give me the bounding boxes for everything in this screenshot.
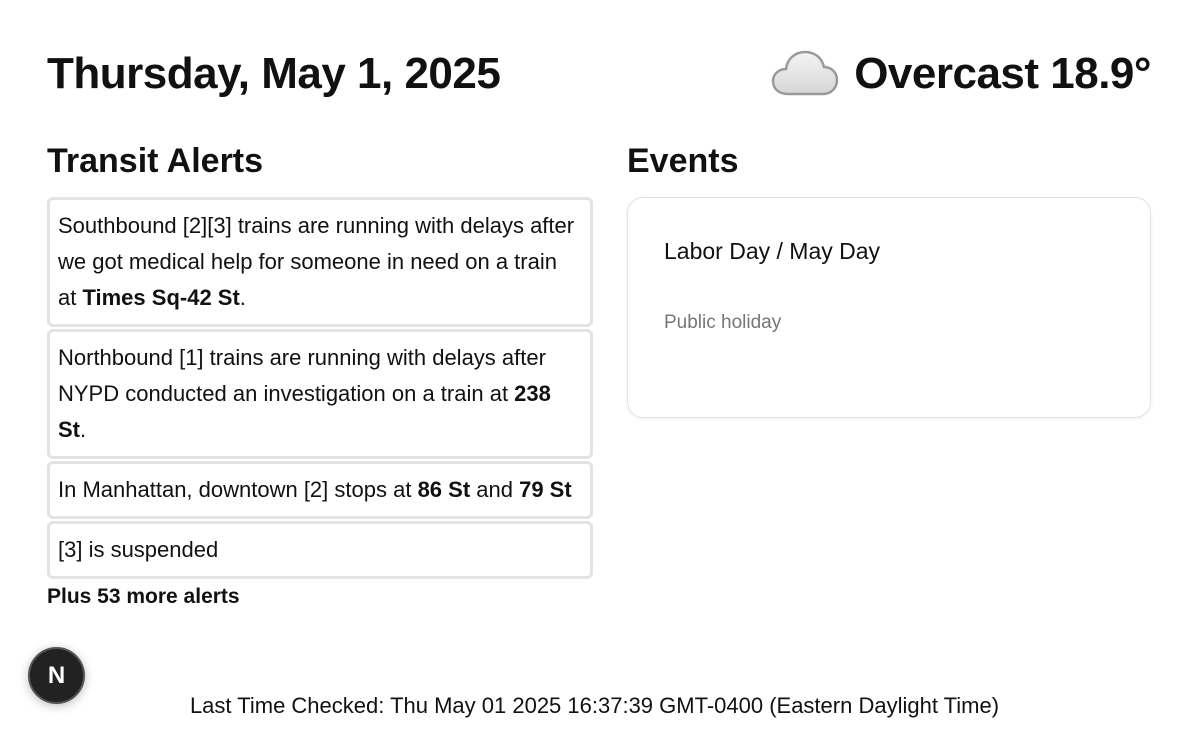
weather-display: Overcast 18.9° (770, 46, 1151, 102)
transit-alerts-section: Transit Alerts Southbound [2][3] trains … (47, 140, 593, 613)
alert-station-name: 79 St (519, 477, 572, 502)
transit-alerts-title: Transit Alerts (47, 142, 264, 180)
events-title: Events (627, 142, 739, 180)
cloud-icon (771, 50, 839, 96)
alert-text: Northbound [1] trains are running with d… (58, 345, 546, 406)
event-card: Labor Day / May Day Public holiday (627, 197, 1151, 418)
dashboard: Thursday, May 1, 2025 Overcast 18.9° Tra… (0, 0, 1189, 732)
alert-station-name: 86 St (417, 477, 471, 502)
alert-text: . (239, 285, 246, 310)
alert-text: and (470, 477, 520, 502)
alert-item: [3] is suspended (47, 521, 593, 579)
alert-station-name: Times Sq-42 St (82, 285, 240, 310)
alert-text: In Manhattan, downtown [2] stops at (58, 477, 418, 502)
date-heading: Thursday, May 1, 2025 (47, 49, 501, 98)
alert-text: [3] is suspended (58, 537, 219, 562)
more-alerts-count: Plus 53 more alerts (47, 585, 240, 608)
event-type: Public holiday (664, 312, 782, 333)
last-checked-timestamp: Last Time Checked: Thu May 01 2025 16:37… (189, 693, 1000, 718)
alert-item: In Manhattan, downtown [2] stops at 86 S… (47, 461, 593, 519)
alert-item: Northbound [1] trains are running with d… (47, 329, 593, 459)
dev-badge-letter: N (47, 661, 66, 689)
alert-item: Southbound [2][3] trains are running wit… (47, 197, 593, 327)
weather-summary: Overcast 18.9° (854, 49, 1151, 98)
alert-text: . (80, 417, 87, 442)
alert-list: Southbound [2][3] trains are running wit… (47, 197, 593, 579)
events-section: Events Labor Day / May Day Public holida… (627, 140, 1151, 418)
event-name: Labor Day / May Day (664, 238, 881, 264)
